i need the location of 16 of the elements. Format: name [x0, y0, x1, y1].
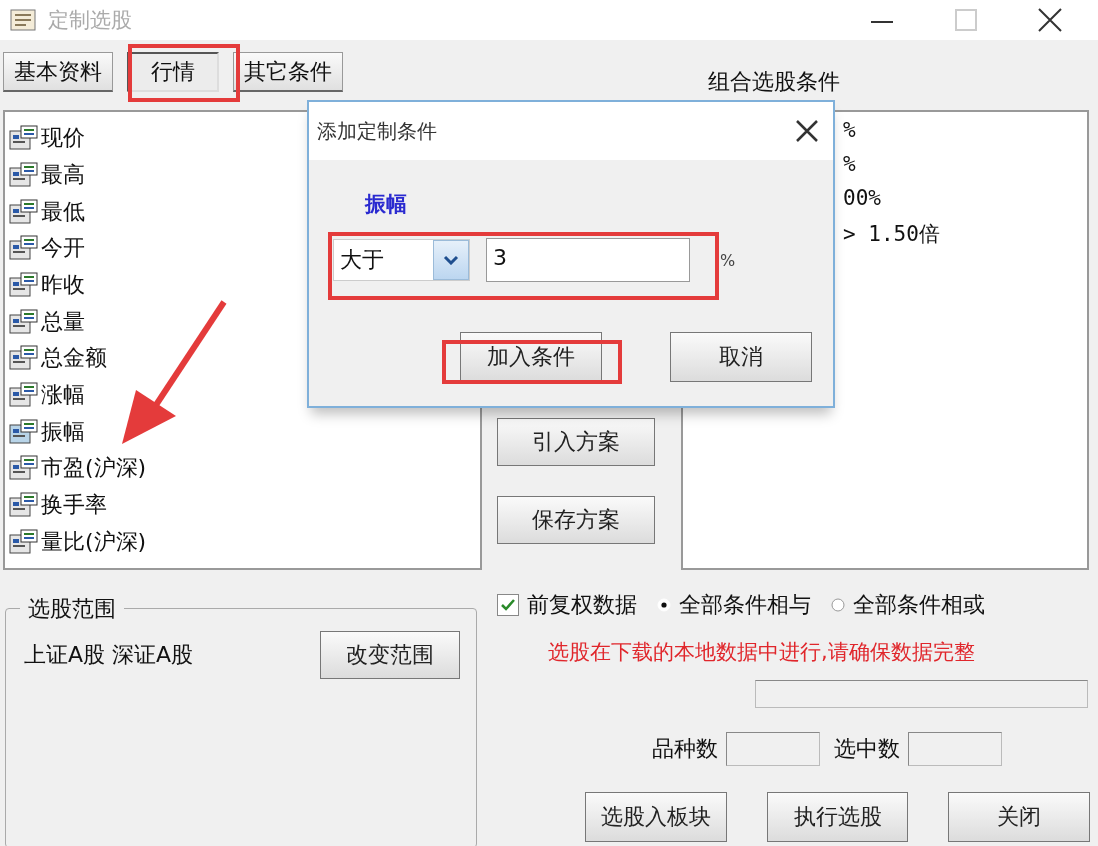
condition-line: %	[843, 152, 857, 176]
window-title: 定制选股	[48, 7, 132, 34]
condition-line: %	[843, 118, 857, 142]
dialog-title: 添加定制条件	[317, 117, 437, 145]
condition-line: > 1.50倍	[843, 221, 941, 248]
radio-label: 全部条件相与	[679, 591, 811, 619]
conditions-title: 组合选股条件	[708, 68, 840, 96]
count-label: 品种数	[652, 735, 718, 763]
range-value: 上证A股 深证A股	[24, 641, 195, 669]
checkbox-label: 前复权数据	[527, 591, 637, 619]
notice-text: 选股在下载的本地数据中进行,请确保数据完整	[548, 639, 976, 666]
radio-label: 全部条件相或	[853, 591, 985, 619]
unit-label: %	[720, 250, 736, 270]
count-label: 选中数	[834, 735, 900, 763]
condition-line: 00%	[843, 186, 882, 210]
field-name: 振幅	[365, 191, 407, 218]
